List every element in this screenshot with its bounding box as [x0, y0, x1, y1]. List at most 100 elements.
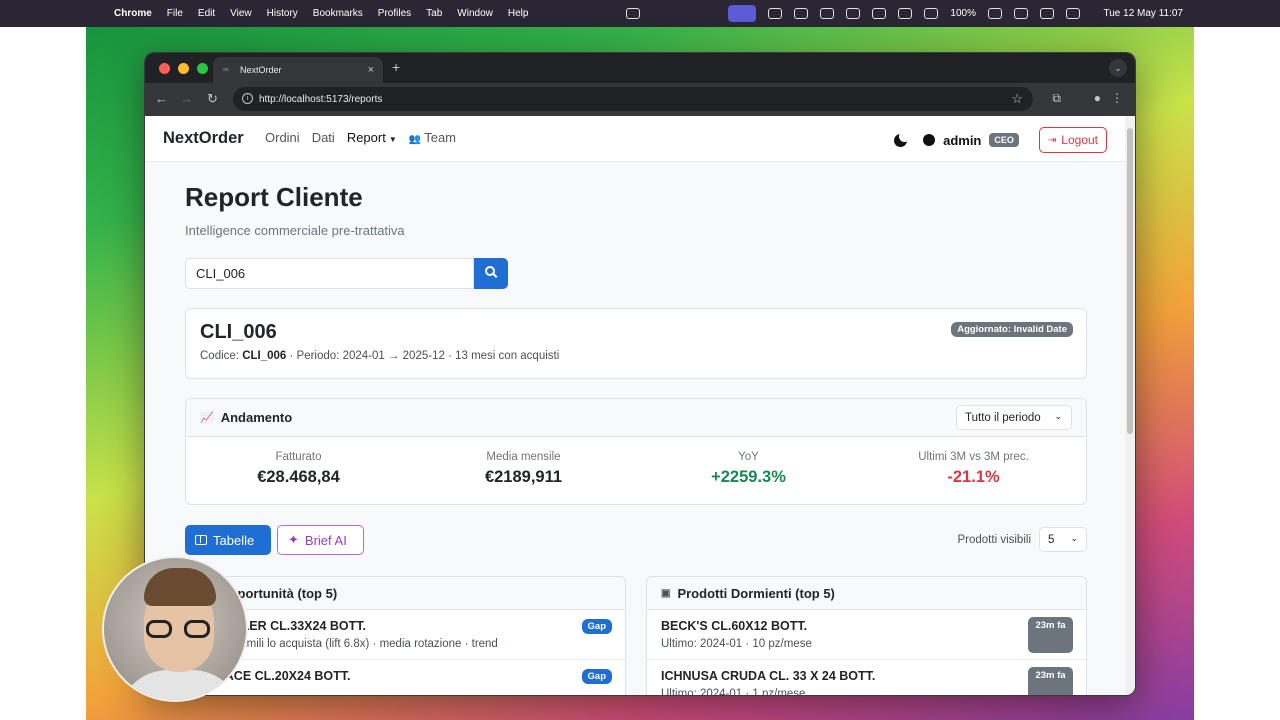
trend-header: 📈 Andamento Tutto il periodo ⌄	[186, 399, 1086, 437]
tab-search-icon[interactable]: ⌄	[1109, 59, 1127, 77]
wifi-icon[interactable]	[988, 8, 1002, 19]
favicon-icon: ∞	[223, 65, 229, 74]
sidebar-toggle-icon[interactable]	[626, 8, 640, 19]
brand-logo[interactable]: NextOrder	[163, 129, 244, 148]
visible-products-select[interactable]: 5 ⌄	[1039, 527, 1087, 552]
menu-help[interactable]: Help	[508, 8, 529, 19]
logout-label: Logout	[1061, 133, 1098, 147]
layers-icon[interactable]	[768, 8, 783, 19]
tab-strip: ∞ NextOrder × + ⌄	[145, 53, 1135, 83]
webcam-overlay	[102, 556, 248, 702]
bookmark-star-icon[interactable]: ☆	[1011, 91, 1023, 107]
client-code: CLI_006	[242, 350, 287, 362]
users-icon: 👥	[408, 134, 422, 145]
visible-products: Prodotti visibili 5 ⌄	[957, 527, 1087, 552]
table-icon	[195, 535, 207, 545]
new-tab-icon[interactable]: +	[392, 59, 400, 75]
nav-dati[interactable]: Dati	[312, 130, 335, 145]
trend-card: 📈 Andamento Tutto il periodo ⌄ Fatturato…	[185, 398, 1087, 505]
dormant-panel: ▣ Prodotti Dormienti (top 5) BECK'S CL.6…	[646, 576, 1087, 695]
menu-edit[interactable]: Edit	[198, 8, 215, 19]
visible-products-value: 5	[1048, 533, 1055, 546]
profile-avatar-icon[interactable]: ●	[1094, 91, 1101, 105]
gap-badge: Gap	[581, 619, 612, 634]
siri-icon[interactable]	[1066, 8, 1080, 19]
metric-label: Fatturato	[275, 451, 322, 463]
browser-window: ∞ NextOrder × + ⌄ ← → ↻ i http://localho…	[144, 52, 1136, 696]
username: admin	[943, 132, 982, 148]
macos-menubar: Chrome File Edit View History Bookmarks …	[0, 0, 1280, 27]
client-search-input[interactable]: CLI_006	[185, 258, 474, 289]
search-icon[interactable]	[1014, 8, 1028, 19]
dark-mode-icon[interactable]	[894, 130, 911, 147]
nav-user-area: admin CEO ⇥ Logout	[894, 127, 1107, 153]
glasses-right	[184, 620, 210, 638]
back-icon[interactable]: ←	[155, 91, 168, 106]
bluetooth-icon[interactable]	[924, 8, 939, 19]
client-period: · Periodo: 2024-01 → 2025-12 · 13 mesi c…	[289, 350, 560, 362]
reload-icon[interactable]: ↻	[207, 91, 218, 107]
airdrop-icon[interactable]	[794, 8, 809, 19]
menu-view[interactable]: View	[230, 8, 252, 19]
tabelle-button[interactable]: Tabelle	[185, 525, 271, 555]
period-select[interactable]: Tutto il periodo ⌄	[956, 405, 1072, 430]
menu-bookmarks[interactable]: Bookmarks	[313, 8, 363, 19]
metric-label: Media mensile	[486, 451, 561, 463]
menu-profiles[interactable]: Profiles	[378, 8, 411, 19]
logout-button[interactable]: ⇥ Logout	[1038, 127, 1107, 153]
scrollbar-thumb[interactable]	[1127, 128, 1133, 434]
browser-tab[interactable]: ∞ NextOrder ×	[213, 57, 383, 83]
control-center-icon[interactable]	[1040, 8, 1054, 19]
minimize-window-icon[interactable]	[178, 62, 189, 74]
chart-line-icon: 📈	[200, 412, 214, 424]
search-button[interactable]	[474, 258, 508, 289]
desktop-right-margin	[1194, 27, 1280, 720]
menu-app-name[interactable]: Chrome	[114, 8, 152, 19]
nav-team[interactable]: 👥 Team	[409, 130, 456, 145]
play-icon[interactable]	[846, 8, 861, 19]
window-controls	[159, 62, 208, 74]
brief-ai-button[interactable]: ✦ Brief AI	[277, 525, 364, 555]
menubar-clock[interactable]: Tue 12 May 11:07	[1104, 8, 1184, 19]
product-panels: 💡 Opportunità (top 5) TI RADLER CL.33X24…	[185, 576, 1087, 695]
opportunities-header: 💡 Opportunità (top 5)	[186, 577, 625, 610]
product-name: ICHNUSA CRUDA CL. 33 X 24 BOTT.	[661, 669, 876, 683]
screen-record-icon[interactable]	[728, 5, 757, 22]
metric-value: +2259.3%	[711, 468, 786, 486]
list-item[interactable]: BECK'S CL.60X12 BOTT. Ultimo: 2024-01 · …	[647, 610, 1086, 660]
browser-toolbar: ← → ↻ i http://localhost:5173/reports ☆ …	[145, 83, 1135, 116]
nav-report[interactable]: Report ▼	[347, 130, 397, 145]
metric-label: YoY	[738, 451, 759, 463]
extensions-icon[interactable]: ⧉	[1052, 91, 1061, 106]
site-info-icon[interactable]: i	[242, 93, 253, 104]
page-scrollbar[interactable]	[1125, 116, 1135, 695]
age-badge: 23m fa	[1028, 667, 1073, 695]
close-window-icon[interactable]	[159, 62, 170, 74]
chrome-menu-icon[interactable]: ⋮	[1111, 91, 1123, 105]
display-icon[interactable]	[872, 8, 887, 19]
menu-file[interactable]: File	[167, 8, 183, 19]
web-page: NextOrder Ordini Dati Report ▼ 👥 Team admi…	[145, 116, 1127, 695]
wifi-off-icon[interactable]	[820, 8, 835, 19]
tab-close-icon[interactable]: ×	[368, 64, 374, 76]
client-meta: Codice: CLI_006 · Periodo: 2024-01 → 202…	[200, 350, 1072, 362]
address-bar[interactable]: i http://localhost:5173/reports ☆	[233, 87, 1033, 111]
list-item[interactable]: IGA ACE CL.20X24 BOTT. Gap	[186, 660, 625, 695]
list-item[interactable]: TI RADLER CL.33X24 BOTT. i clienti simil…	[186, 610, 625, 660]
maximize-window-icon[interactable]	[197, 62, 208, 74]
dormant-title: Prodotti Dormienti (top 5)	[677, 585, 835, 601]
menu-history[interactable]: History	[267, 8, 298, 19]
nav-ordini[interactable]: Ordini	[265, 130, 300, 145]
nav-team-label: Team	[424, 130, 457, 145]
metric-last-3m: Ultimi 3M vs 3M prec. -21.1%	[861, 437, 1086, 505]
view-actions: Tabelle ✦ Brief AI Prodotti visibili 5 ⌄	[185, 525, 1087, 555]
menu-window[interactable]: Window	[457, 8, 493, 19]
menu-tab[interactable]: Tab	[426, 8, 442, 19]
list-item[interactable]: ICHNUSA CRUDA CL. 33 X 24 BOTT. Ultimo: …	[647, 660, 1086, 695]
battery-percent[interactable]: 100%	[950, 8, 976, 19]
forward-icon[interactable]: →	[180, 91, 193, 106]
desktop-left-margin	[0, 27, 86, 720]
monitor-icon[interactable]	[898, 8, 913, 19]
visible-products-label: Prodotti visibili	[957, 533, 1032, 546]
updated-badge: Aggiornato: Invalid Date	[951, 322, 1073, 337]
